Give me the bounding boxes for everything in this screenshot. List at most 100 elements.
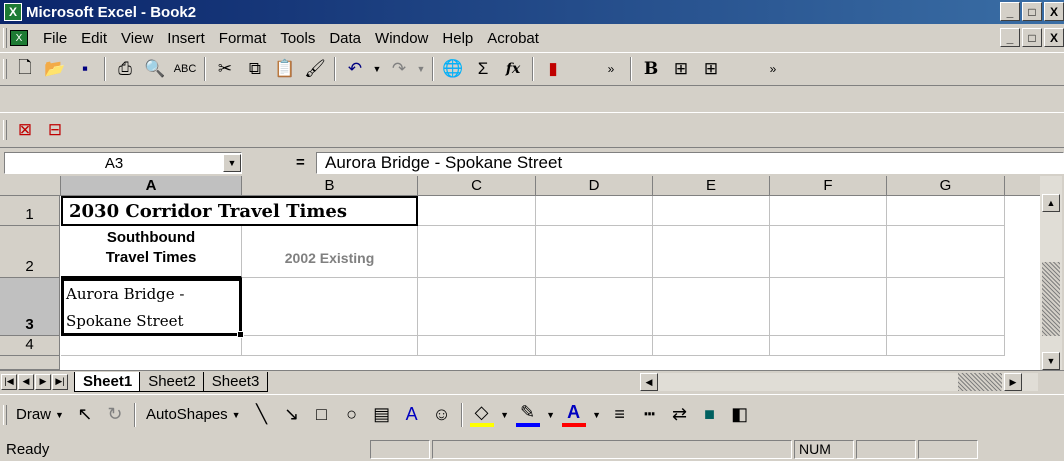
workbook-minimize-button[interactable]: _ bbox=[1000, 28, 1020, 47]
cell-a1[interactable]: 2030 Corridor Travel Times bbox=[61, 196, 418, 226]
function-icon[interactable]: fx bbox=[500, 56, 526, 82]
fill-color-dropdown-icon[interactable]: ▼ bbox=[500, 403, 510, 427]
arrow-icon[interactable]: ↘ bbox=[280, 403, 304, 427]
row-header-2[interactable]: 2 bbox=[0, 226, 60, 278]
select-all-corner[interactable] bbox=[0, 176, 61, 196]
autoshapes-button[interactable]: AutoShapes ▼ bbox=[140, 406, 247, 423]
excel-icon[interactable]: X bbox=[4, 3, 22, 21]
vertical-scroll-thumb[interactable] bbox=[1042, 262, 1060, 336]
line-icon[interactable]: ╲ bbox=[250, 403, 274, 427]
cell-d1[interactable] bbox=[536, 196, 653, 226]
menu-acrobat[interactable]: Acrobat bbox=[480, 30, 546, 47]
cell-a4[interactable] bbox=[61, 336, 242, 356]
merge-center-icon[interactable]: ⊞ bbox=[668, 56, 694, 82]
hyperlink-icon[interactable]: 🌐 bbox=[440, 56, 466, 82]
cell-g3[interactable] bbox=[887, 278, 1005, 336]
open-icon[interactable]: 📂 bbox=[42, 56, 68, 82]
menu-file[interactable]: File bbox=[36, 30, 74, 47]
horizontal-scroll-thumb[interactable] bbox=[958, 373, 1002, 391]
toolbar-grip[interactable] bbox=[3, 404, 7, 425]
cut-icon[interactable]: ✂ bbox=[212, 56, 238, 82]
fill-handle[interactable] bbox=[237, 331, 244, 338]
menu-help[interactable]: Help bbox=[435, 30, 480, 47]
rectangle-icon[interactable]: □ bbox=[310, 403, 334, 427]
font-color-dropdown-icon[interactable]: ▼ bbox=[592, 403, 602, 427]
clip-art-icon[interactable]: ☺ bbox=[430, 403, 454, 427]
free-rotate-icon[interactable]: ↻ bbox=[103, 403, 127, 427]
undo-icon[interactable]: ↶ bbox=[342, 56, 368, 82]
line-style-icon[interactable]: ≡ bbox=[608, 403, 632, 427]
fill-color-icon[interactable]: ◇ bbox=[469, 402, 494, 427]
convert-and-email-icon[interactable]: ⊟ bbox=[42, 117, 68, 143]
wordart-icon[interactable]: A bbox=[400, 403, 424, 427]
workbook-close-button[interactable]: X bbox=[1044, 28, 1064, 47]
menu-format[interactable]: Format bbox=[212, 30, 274, 47]
format-painter-icon[interactable]: 🖌 bbox=[302, 56, 328, 82]
sheet-tab-sheet1[interactable]: Sheet1 bbox=[74, 371, 142, 392]
next-sheet-icon[interactable]: ▶ bbox=[35, 373, 51, 390]
cell-f1[interactable] bbox=[770, 196, 887, 226]
cell-c2[interactable] bbox=[418, 226, 536, 278]
bold-button[interactable]: B bbox=[638, 56, 664, 82]
merge-cells-icon[interactable]: ⊞ bbox=[698, 56, 724, 82]
cell-e3[interactable] bbox=[653, 278, 770, 336]
vertical-scrollbar[interactable]: ▲ ▼ bbox=[1040, 176, 1062, 370]
menu-edit[interactable]: Edit bbox=[74, 30, 114, 47]
cell-d3[interactable] bbox=[536, 278, 653, 336]
convert-to-pdf-icon[interactable]: ⊠ bbox=[12, 117, 38, 143]
undo-dropdown-icon[interactable]: ▼ bbox=[372, 56, 382, 82]
menu-grip[interactable] bbox=[3, 28, 7, 48]
row-header-3[interactable]: 3 bbox=[0, 278, 60, 336]
cell-d4[interactable] bbox=[536, 336, 653, 356]
column-header-c[interactable]: C bbox=[418, 176, 536, 196]
redo-icon[interactable]: ↷ bbox=[386, 56, 412, 82]
print-preview-icon[interactable]: 🔍 bbox=[142, 56, 168, 82]
close-button[interactable]: X bbox=[1044, 2, 1064, 21]
cell-e1[interactable] bbox=[653, 196, 770, 226]
dash-style-icon[interactable]: ┅ bbox=[638, 403, 662, 427]
workbook-restore-button[interactable]: □ bbox=[1022, 28, 1042, 47]
menu-insert[interactable]: Insert bbox=[160, 30, 212, 47]
arrow-style-icon[interactable]: ⇄ bbox=[668, 403, 692, 427]
sheet-tab-sheet2[interactable]: Sheet2 bbox=[139, 371, 205, 392]
autosum-icon[interactable]: Σ bbox=[470, 56, 496, 82]
chart-wizard-icon[interactable]: ▮ bbox=[540, 56, 566, 82]
copy-icon[interactable]: ⧉ bbox=[242, 56, 268, 82]
cell-c1[interactable] bbox=[418, 196, 536, 226]
scroll-left-icon[interactable]: ◀ bbox=[640, 373, 658, 391]
maximize-button[interactable]: □ bbox=[1022, 2, 1042, 21]
select-objects-icon[interactable]: ↖ bbox=[73, 403, 97, 427]
scroll-up-icon[interactable]: ▲ bbox=[1042, 194, 1060, 212]
line-color-icon[interactable]: ✎ bbox=[515, 402, 540, 427]
column-header-e[interactable]: E bbox=[653, 176, 770, 196]
toolbar-grip[interactable] bbox=[3, 59, 7, 79]
redo-dropdown-icon[interactable]: ▼ bbox=[416, 56, 426, 82]
3d-icon[interactable]: ◧ bbox=[728, 403, 752, 427]
cell-g1[interactable] bbox=[887, 196, 1005, 226]
scroll-right-icon[interactable]: ▶ bbox=[1004, 373, 1022, 391]
more-buttons-icon[interactable]: » bbox=[598, 56, 624, 82]
toolbar-grip[interactable] bbox=[3, 120, 7, 140]
oval-icon[interactable]: ○ bbox=[340, 403, 364, 427]
row-header-1[interactable]: 1 bbox=[0, 196, 60, 226]
paste-icon[interactable]: 📋 bbox=[272, 56, 298, 82]
spelling-icon[interactable]: ABC bbox=[172, 56, 198, 82]
cell-d2[interactable] bbox=[536, 226, 653, 278]
column-header-h[interactable] bbox=[1005, 176, 1040, 196]
menu-window[interactable]: Window bbox=[368, 30, 435, 47]
first-sheet-icon[interactable]: |◀ bbox=[1, 373, 17, 390]
menu-data[interactable]: Data bbox=[322, 30, 368, 47]
formula-input[interactable]: Aurora Bridge - Spokane Street bbox=[316, 152, 1064, 174]
shadow-icon[interactable]: ■ bbox=[698, 403, 722, 427]
row-header-5[interactable] bbox=[0, 356, 60, 370]
cell-c4[interactable] bbox=[418, 336, 536, 356]
column-header-a[interactable]: A bbox=[61, 176, 242, 196]
cell-f2[interactable] bbox=[770, 226, 887, 278]
last-sheet-icon[interactable]: ▶| bbox=[52, 373, 68, 390]
cell-b2[interactable]: 2002 Existing bbox=[242, 226, 418, 278]
scroll-down-icon[interactable]: ▼ bbox=[1042, 352, 1060, 370]
cell-e4[interactable] bbox=[653, 336, 770, 356]
prev-sheet-icon[interactable]: ◀ bbox=[18, 373, 34, 390]
minimize-button[interactable]: _ bbox=[1000, 2, 1020, 21]
cell-e2[interactable] bbox=[653, 226, 770, 278]
